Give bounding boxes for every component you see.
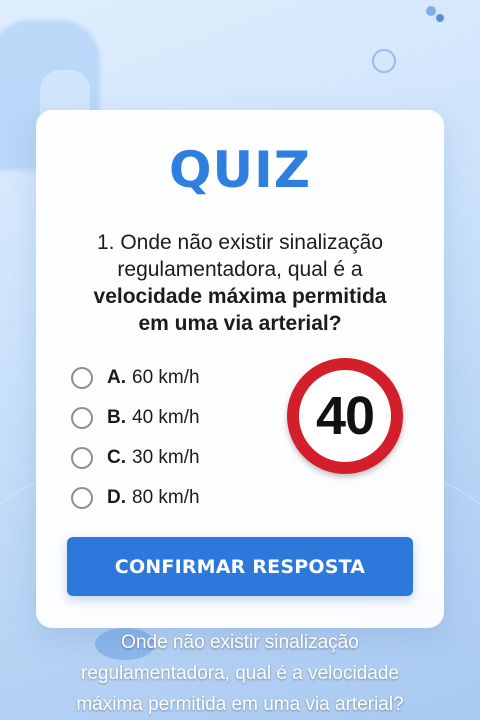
option-letter: D.: [107, 487, 126, 508]
option-letter: C.: [107, 447, 126, 468]
caption-line: regulamentadora, qual é a velocidade: [81, 663, 399, 684]
option-letter: B.: [107, 407, 126, 428]
speed-sign-face: 40: [299, 370, 391, 462]
speed-limit-sign-icon: 40: [287, 358, 403, 474]
question-line: 1. Onde não existir sinalização: [97, 231, 383, 254]
option-label: 40 km/h: [132, 407, 200, 428]
radio-button[interactable]: [71, 367, 93, 389]
background-ring: [372, 49, 396, 73]
option-c[interactable]: C. 30 km/h: [71, 438, 291, 478]
quiz-screen: QUIZ 1. Onde não existir sinalização reg…: [0, 0, 480, 720]
caption-line: máxima permitida em uma via arterial?: [76, 694, 404, 715]
caption-line: Onde não existir sinalização: [121, 632, 359, 653]
question-line: regulamentadora, qual é a: [117, 258, 363, 281]
speed-limit-value: 40: [315, 386, 375, 446]
option-d[interactable]: D. 80 km/h: [71, 478, 291, 518]
radio-button[interactable]: [71, 447, 93, 469]
caption-subtitle: Onde não existir sinalização regulamenta…: [0, 627, 480, 720]
question-line-bold: velocidade máxima permitida: [93, 285, 387, 308]
option-label: 80 km/h: [132, 487, 200, 508]
question-line-bold: em uma via arterial?: [138, 312, 342, 335]
option-letter: A.: [107, 367, 126, 388]
background-dot: [426, 6, 436, 16]
question-text: 1. Onde não existir sinalização regulame…: [60, 229, 420, 337]
radio-button[interactable]: [71, 487, 93, 509]
option-label: 60 km/h: [132, 367, 200, 388]
answer-options: A. 60 km/h B. 40 km/h C. 30 km/h D. 80 k…: [71, 358, 291, 518]
radio-button[interactable]: [71, 407, 93, 429]
background-dot: [436, 14, 444, 22]
option-b[interactable]: B. 40 km/h: [71, 398, 291, 438]
option-label: 30 km/h: [132, 447, 200, 468]
option-a[interactable]: A. 60 km/h: [71, 358, 291, 398]
confirm-answer-button[interactable]: CONFIRMAR RESPOSTA: [67, 537, 413, 596]
quiz-title: QUIZ: [169, 141, 311, 199]
